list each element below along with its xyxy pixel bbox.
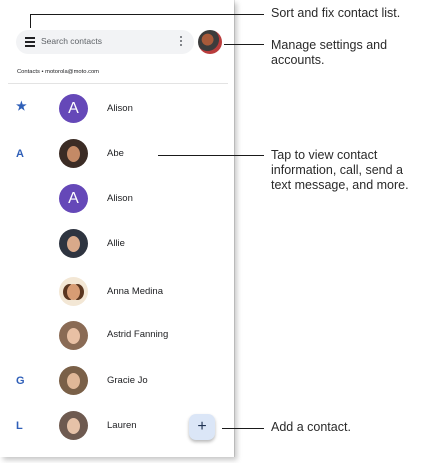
contacts-app-screen: Search contacts Contacts • motorola@moto… [0, 0, 234, 457]
avatar [59, 411, 88, 440]
account-label: Contacts • motorola@moto.com [17, 69, 100, 75]
contact-name: Alison [107, 193, 133, 204]
callout-add: Add a contact. [271, 420, 351, 434]
avatar: A [59, 184, 88, 213]
section-letter: G [16, 375, 25, 387]
contact-name: Abe [107, 148, 124, 159]
contact-name: Anna Medina [107, 286, 163, 297]
menu-icon[interactable] [25, 37, 35, 47]
callout-line-settings [224, 44, 264, 46]
contact-name: Lauren [107, 420, 137, 431]
contact-name: Gracie Jo [107, 375, 148, 386]
avatar [59, 366, 88, 395]
callout-tap: Tap to view contact information, call, s… [271, 148, 409, 192]
callout-sort: Sort and fix contact list. [271, 6, 401, 20]
section-letter: L [16, 420, 23, 432]
contact-name: Allie [107, 238, 125, 249]
avatar: A [59, 94, 88, 123]
avatar [59, 139, 88, 168]
avatar [59, 229, 88, 258]
more-vert-icon[interactable] [179, 36, 183, 48]
contact-name: Astrid Fanning [107, 329, 169, 340]
divider [8, 83, 228, 84]
contact-name: Alison [107, 103, 133, 114]
search-bar[interactable]: Search contacts [16, 30, 194, 54]
search-input[interactable]: Search contacts [41, 36, 102, 46]
avatar [59, 277, 88, 306]
callout-line-tap [158, 155, 264, 157]
avatar [59, 321, 88, 350]
plus-icon: + [197, 418, 207, 435]
callout-line-add [222, 428, 264, 430]
account-avatar[interactable] [198, 30, 222, 54]
star-icon: ★ [16, 99, 27, 113]
callout-line-sort [30, 14, 32, 28]
callout-line-sort [30, 14, 264, 16]
add-contact-button[interactable]: + [189, 414, 215, 440]
callout-settings: Manage settings and accounts. [271, 38, 388, 67]
section-letter: A [16, 148, 24, 160]
